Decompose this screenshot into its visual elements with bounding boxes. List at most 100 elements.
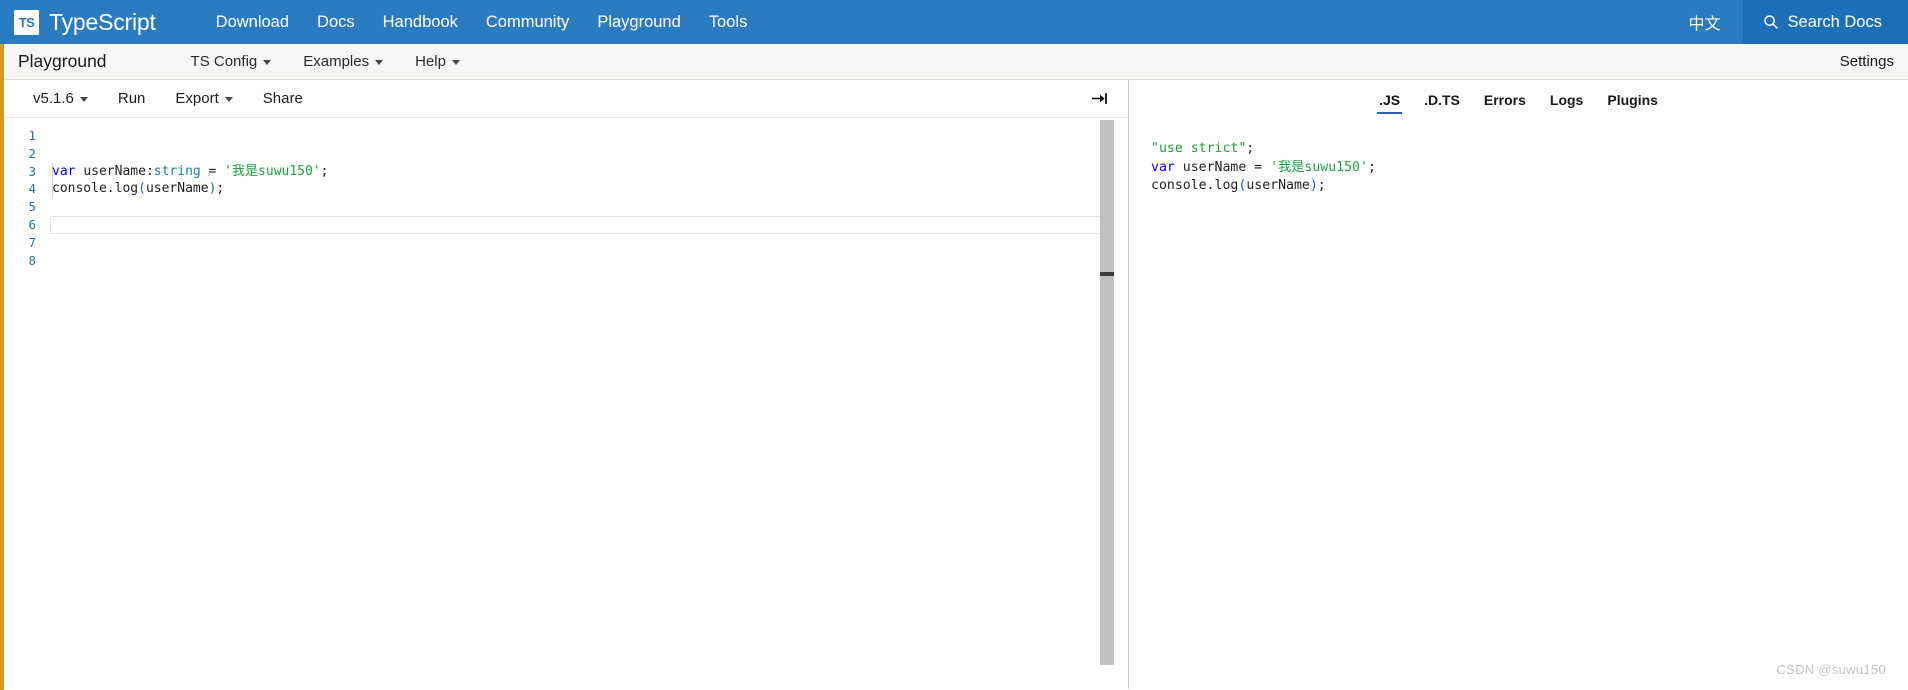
line-number: 7	[28, 234, 36, 250]
watermark: CSDN @suwu150	[1776, 662, 1886, 677]
output-line-2: var userName = '我是suwu150';	[1151, 159, 1908, 178]
token-keyword-var: var	[1151, 159, 1175, 175]
output-line-1: "use strict";	[1151, 140, 1908, 159]
code-editor[interactable]: 1 2 3 4 5 6 7 8 var userName:string = '我…	[0, 118, 1128, 689]
tab-plugins[interactable]: Plugins	[1595, 88, 1670, 114]
token-dot: .	[106, 181, 115, 197]
token-assign-username: userName =	[1174, 159, 1271, 175]
token-keyword-var: var	[52, 163, 76, 179]
menu-examples-label: Examples	[303, 53, 370, 70]
chevron-down-icon	[375, 60, 384, 65]
line-number: 2	[28, 145, 36, 161]
chevron-down-icon	[224, 97, 233, 102]
line-number: 1	[28, 128, 36, 143]
token-object-console: console	[1151, 178, 1207, 193]
menu-ts-config[interactable]: TS Config	[175, 44, 288, 80]
chevron-down-icon	[79, 97, 88, 102]
scrollbar-thumb[interactable]	[1100, 120, 1114, 665]
settings-button[interactable]: Settings	[1830, 53, 1908, 70]
line-number: 5	[28, 199, 36, 215]
nav-link-download[interactable]: Download	[202, 0, 303, 44]
current-line-highlight	[50, 216, 1108, 234]
scrollbar-marker	[1100, 272, 1114, 276]
token-paren-open: (	[138, 181, 146, 197]
left-edge-stripe	[0, 44, 4, 690]
token-method-log: log	[114, 181, 139, 197]
export-menu[interactable]: Export	[160, 80, 247, 118]
token-assign: =	[200, 163, 225, 179]
search-docs-label: Search Docs	[1787, 12, 1882, 31]
token-dot: .	[1206, 178, 1215, 193]
menu-examples[interactable]: Examples	[287, 44, 399, 80]
nav-link-playground[interactable]: Playground	[583, 0, 694, 44]
share-button[interactable]: Share	[248, 80, 318, 118]
token-semicolon: ;	[1317, 178, 1326, 193]
code-line-4: console.log(userName);	[52, 180, 1094, 198]
version-label: v5.1.6	[33, 90, 74, 107]
editor-pane: v5.1.6 Run Export Share 1 2 3 4 5 6 7 8 …	[0, 80, 1129, 689]
playground-page: TS TypeScript Download Docs Handbook Com…	[0, 0, 1908, 690]
code-line-3: var userName:string = '我是suwu150';	[52, 163, 1094, 181]
menu-help[interactable]: Help	[399, 44, 476, 80]
menu-help-label: Help	[415, 53, 446, 70]
menu-ts-config-label: TS Config	[190, 53, 258, 70]
line-number-gutter: 1 2 3 4 5 6 7 8	[0, 127, 42, 269]
nav-right-group: 中文 Search Docs	[1667, 0, 1908, 44]
collapse-sidebar-icon[interactable]	[1086, 86, 1112, 112]
main-split-area: v5.1.6 Run Export Share 1 2 3 4 5 6 7 8 …	[0, 80, 1908, 689]
output-line-3: console.log(userName);	[1151, 177, 1908, 196]
language-switch-button[interactable]: 中文	[1667, 0, 1743, 44]
line-number: 8	[28, 252, 36, 268]
output-tabs: .JS .D.TS Errors Logs Plugins	[1129, 80, 1908, 118]
token-arg-username: userName	[1246, 178, 1310, 193]
token-semicolon: ;	[216, 181, 225, 197]
nav-link-community[interactable]: Community	[472, 0, 583, 44]
tab-errors[interactable]: Errors	[1472, 88, 1538, 114]
search-docs-button[interactable]: Search Docs	[1742, 0, 1908, 44]
line-number: 4	[28, 181, 36, 197]
token-use-strict: "use strict"	[1151, 141, 1247, 156]
nav-link-tools[interactable]: Tools	[695, 0, 762, 44]
version-select[interactable]: v5.1.6	[18, 80, 103, 118]
brand-title: TypeScript	[49, 8, 156, 35]
line-number: 3	[28, 163, 36, 179]
chevron-down-icon	[263, 60, 272, 65]
tab-dts[interactable]: .D.TS	[1412, 88, 1472, 114]
nav-link-handbook[interactable]: Handbook	[369, 0, 472, 44]
token-paren-close: )	[1309, 178, 1318, 193]
top-navigation-bar: TS TypeScript Download Docs Handbook Com…	[0, 0, 1908, 44]
search-icon	[1763, 15, 1778, 29]
typescript-logo-icon: TS	[14, 9, 39, 35]
chevron-down-icon	[451, 60, 460, 65]
playground-menu: TS Config Examples Help	[175, 44, 476, 80]
tab-js[interactable]: .JS	[1367, 88, 1412, 114]
editor-toolbar: v5.1.6 Run Export Share	[0, 80, 1128, 118]
collapse-arrow-icon	[1091, 93, 1107, 104]
primary-nav-links: Download Docs Handbook Community Playgro…	[202, 0, 762, 44]
token-semicolon: ;	[320, 163, 329, 179]
playground-subheader: Playground TS Config Examples Help Setti…	[0, 44, 1908, 80]
token-arg-username: userName	[145, 181, 209, 197]
line-number: 6	[28, 216, 36, 232]
tab-logs[interactable]: Logs	[1538, 88, 1595, 114]
output-pane: .JS .D.TS Errors Logs Plugins "use stric…	[1129, 80, 1908, 689]
editor-scrollbar[interactable]	[1100, 118, 1114, 689]
token-object-console: console	[52, 181, 107, 197]
token-string-literal: '我是suwu150'	[1270, 159, 1368, 175]
token-identifier-username: userName	[83, 163, 146, 179]
code-content[interactable]: var userName:string = '我是suwu150'; conso…	[52, 127, 1094, 689]
page-title: Playground	[18, 51, 107, 71]
token-type-string: string	[153, 163, 201, 179]
token-semicolon: ;	[1246, 141, 1255, 156]
token-semicolon: ;	[1367, 159, 1376, 175]
nav-link-docs[interactable]: Docs	[303, 0, 369, 44]
export-label: Export	[175, 90, 219, 107]
brand-home-link[interactable]: TS TypeScript	[0, 0, 162, 44]
token-colon: :	[145, 163, 154, 179]
run-button[interactable]: Run	[103, 80, 161, 118]
